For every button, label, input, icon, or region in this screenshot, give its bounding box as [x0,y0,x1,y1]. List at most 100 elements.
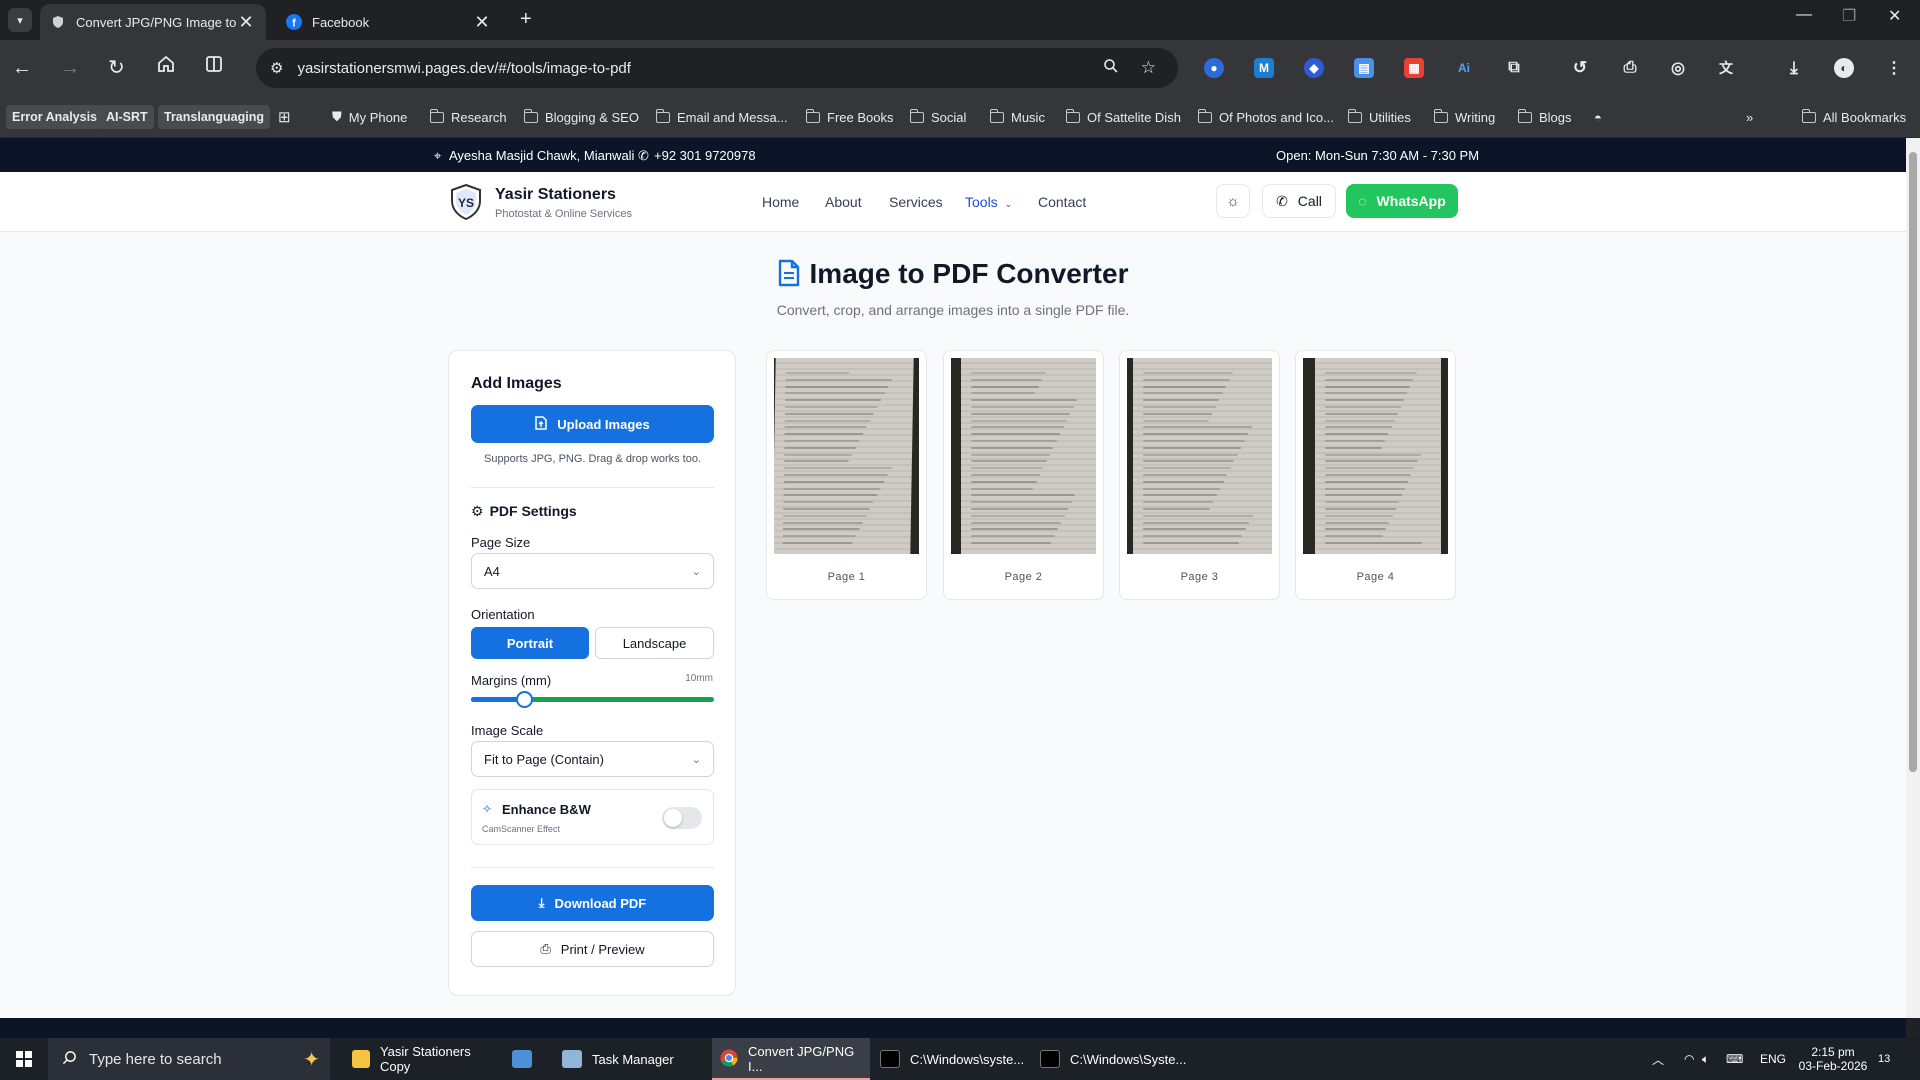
upload-images-button[interactable]: Upload Images [471,405,714,443]
brand-name[interactable]: Yasir Stationers [495,186,616,204]
bookmark-error-analysis[interactable]: Error Analysis [6,105,103,129]
translate-icon[interactable]: 文 [1716,58,1736,78]
bookmark-folder[interactable]: Blogging & SEO [523,105,639,129]
whatsapp-button[interactable]: ◌ WhatsApp [1346,184,1458,218]
brand-logo-shield-icon[interactable]: YS [450,184,482,220]
nav-about[interactable]: About [825,194,862,210]
extension-icon[interactable]: ◆ [1304,58,1324,78]
page-thumbnail[interactable]: Page 2 [943,350,1104,600]
handwriting-stroke [783,501,874,504]
image-scale-select[interactable]: Fit to Page (Contain) ⌄ [471,741,714,777]
handwriting-stroke [1325,392,1408,395]
bookmark-folder[interactable]: Email and Messa... [655,105,788,129]
bookmark-star-icon[interactable]: ☆ [1141,58,1156,78]
page-size-select[interactable]: A4 ⌄ [471,553,714,589]
shop-phone: +92 301 9720978 [654,148,756,163]
keyboard-icon[interactable]: ⌨ [1726,1038,1743,1080]
nav-tools[interactable]: Tools ⌄ [965,194,1012,210]
page-scrollbar[interactable] [1906,138,1920,1018]
menu-kebab-icon[interactable]: ⋮ [1884,58,1904,78]
bookmark-globe-icon[interactable]: ◓ [1594,105,1602,129]
orientation-portrait-button[interactable]: Portrait [471,627,589,659]
handwriting-stroke [1325,372,1417,374]
wifi-icon[interactable]: ◠ [1684,1038,1694,1080]
screenshot-icon[interactable]: ◎ [1668,58,1688,78]
nav-contact[interactable]: Contact [1038,194,1086,210]
volume-icon[interactable]: 🔈︎ [1702,1038,1709,1080]
enhance-bw-toggle[interactable] [662,807,702,829]
windows-start-icon[interactable] [8,1038,38,1080]
bookmark-folder[interactable]: Free Books [805,105,893,129]
taskbar-app-task-manager[interactable]: Task Manager [554,1038,704,1080]
address-bar[interactable]: ⚙ yasirstationersmwi.pages.dev/#/tools/i… [256,48,1178,88]
notification-center-icon[interactable]: 13 [1878,1038,1890,1080]
split-view-icon[interactable] [204,54,224,82]
bookmark-ai-srt[interactable]: AI-SRT [100,105,154,129]
extension-doc-icon[interactable]: ▤ [1354,58,1374,78]
extension-icon[interactable]: ▦ [1404,58,1424,78]
nav-services[interactable]: Services [889,194,943,210]
back-arrow-icon[interactable]: ← [12,54,32,82]
bookmark-my-phone[interactable]: ⛊ My Phone [332,105,407,129]
taskbar-app-file-explorer[interactable]: Yasir Stationers Copy [344,1038,492,1080]
tab-facebook[interactable]: f Facebook ✕ [276,4,502,40]
download-pdf-button[interactable]: ⤓ Download PDF [471,885,714,921]
taskbar-app-cmd-2[interactable]: C:\Windows\Syste... [1032,1038,1188,1080]
bookmark-folder[interactable]: Writing [1433,105,1495,129]
extension-mail-icon[interactable]: M [1254,58,1274,78]
call-button[interactable]: ✆ Call [1262,184,1336,218]
taskbar-search-box[interactable]: Type here to search ✦ [48,1038,330,1080]
minimize-icon[interactable]: — [1796,6,1812,24]
margins-slider-handle[interactable] [516,691,534,708]
page-thumbnail[interactable]: Page 4 [1295,350,1456,600]
taskbar-app-monitor[interactable] [504,1038,544,1080]
all-bookmarks[interactable]: All Bookmarks [1801,105,1906,129]
bookmark-folder[interactable]: Of Photos and Ico... [1197,105,1334,129]
bookmark-translanguaging[interactable]: Translanguaging [158,105,271,129]
tab-search-button[interactable]: ▾ [8,8,32,32]
bookmark-folder[interactable]: Utilities [1347,105,1411,129]
handwriting-stroke [971,419,1068,422]
extension-icon[interactable]: ● [1204,58,1224,78]
handwriting-stroke [784,406,878,408]
clock[interactable]: 2:15 pm 03-Feb-2026 [1798,1038,1868,1080]
taskbar-app-chrome[interactable]: Convert JPG/PNG I... [712,1038,870,1080]
bookmark-folder[interactable]: Blogs [1517,105,1572,129]
bookmark-folder[interactable]: Music [989,105,1045,129]
scrollbar-thumb[interactable] [1909,152,1917,772]
margins-slider[interactable] [471,691,714,708]
page-thumbnail[interactable]: Page 1 [766,350,927,600]
folder-icon [1801,108,1816,123]
reload-icon[interactable]: ↻ [108,54,125,82]
close-icon[interactable]: ✕ [472,12,492,33]
profile-avatar-icon[interactable]: ◐ [1834,58,1854,78]
new-tab-plus-icon[interactable]: + [520,8,532,31]
forward-arrow-icon[interactable]: → [60,54,80,82]
print-preview-button[interactable]: ⎙ Print / Preview [471,931,714,967]
theme-toggle-button[interactable]: ☼ [1216,184,1250,218]
close-icon[interactable]: ✕ [236,12,256,33]
input-language[interactable]: ENG [1760,1038,1786,1080]
print-icon[interactable]: ⎙ [1620,58,1640,78]
tray-overflow-chevron-up-icon[interactable]: ︿ [1652,1038,1664,1080]
history-icon[interactable]: ↺ [1570,58,1590,78]
window-close-icon[interactable]: ✕ [1888,6,1901,26]
extensions-puzzle-icon[interactable]: ⧉ [1504,58,1524,78]
page-thumbnail[interactable]: Page 3 [1119,350,1280,600]
download-icon[interactable]: ⤓ [1784,58,1804,78]
extension-ai-icon[interactable]: Ai [1454,58,1474,78]
bookmark-folder[interactable]: Of Sattelite Dish [1065,105,1181,129]
orientation-landscape-button[interactable]: Landscape [595,627,714,659]
bookmark-folder[interactable]: Social [909,105,966,129]
tab-image-to-pdf[interactable]: Convert JPG/PNG Image to I ✕ [40,4,266,40]
site-info-icon[interactable]: ⚙ [270,59,283,77]
bookmark-folder[interactable]: Research [429,105,507,129]
bookmarks-overflow-icon[interactable]: » [1746,105,1753,129]
apps-grid-icon[interactable]: ⊞ [278,105,291,129]
restore-icon[interactable]: ❐ [1842,6,1856,26]
site-header: YS Yasir Stationers Photostat & Online S… [0,172,1906,232]
home-icon[interactable] [156,54,176,82]
taskbar-app-cmd-1[interactable]: C:\Windows\syste... [872,1038,1028,1080]
zoom-icon[interactable] [1103,58,1119,79]
nav-home[interactable]: Home [762,194,799,210]
